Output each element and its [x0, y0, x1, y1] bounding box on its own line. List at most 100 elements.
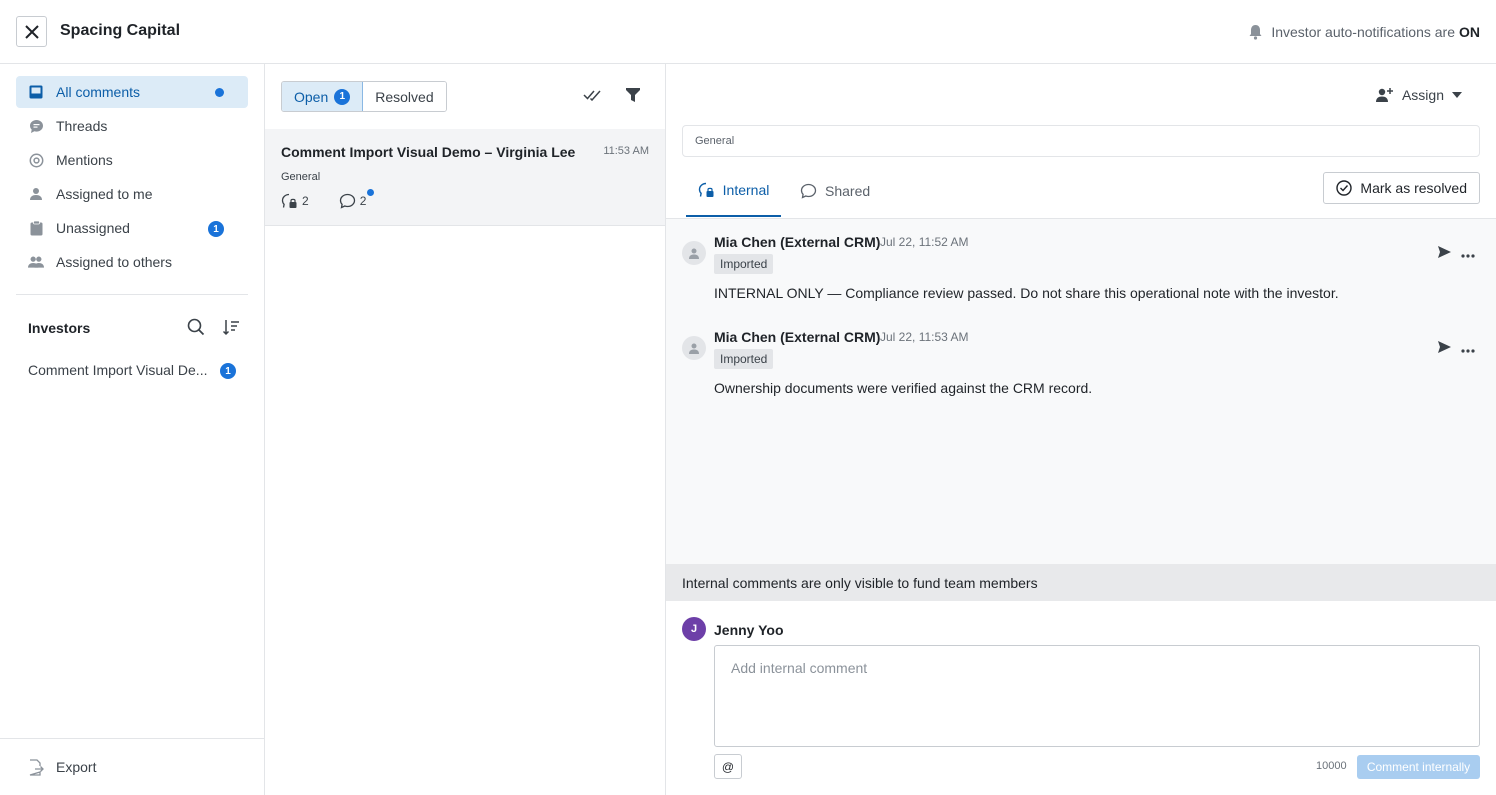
mark-as-resolved-button[interactable]: Mark as resolved [1323, 172, 1480, 204]
comment-input[interactable] [714, 645, 1480, 747]
comment-time: Jul 22, 11:52 AM [880, 235, 969, 249]
export-label: Export [56, 759, 97, 775]
sidebar-item-label: Assigned to me [56, 186, 153, 202]
investor-item[interactable]: Comment Import Visual De... [28, 362, 208, 378]
notification-status[interactable]: Investor auto-notifications are ON [1248, 24, 1480, 40]
people-icon [28, 254, 44, 270]
at-icon [28, 152, 44, 168]
send-icon[interactable] [1438, 340, 1451, 356]
tab-label: Resolved [375, 88, 434, 105]
comment-item: Mia Chen (External CRM) Jul 22, 11:52 AM… [666, 219, 1496, 309]
avatar: J [682, 617, 706, 641]
tab-resolved[interactable]: Resolved [363, 82, 446, 111]
status-filter: Open 1 Resolved [281, 81, 447, 112]
sidebar-item-unassigned[interactable]: Unassigned 1 [16, 212, 248, 244]
unread-dot [215, 88, 224, 97]
inbox-icon [28, 84, 44, 100]
topic-field[interactable]: General [682, 125, 1480, 157]
internal-count: 2 [281, 193, 309, 209]
close-button[interactable] [16, 16, 47, 47]
count-badge: 1 [208, 221, 224, 237]
internal-count-value: 2 [302, 194, 309, 208]
sidebar: All comments Threads Mentions Assigned t… [0, 64, 265, 795]
investors-heading: Investors [28, 320, 91, 336]
comment-author: Mia Chen (External CRM) [714, 234, 881, 250]
internal-chat-icon [698, 182, 714, 197]
chevron-down-icon [1452, 92, 1462, 98]
top-bar: Spacing Capital Investor auto-notificati… [0, 0, 1496, 64]
sidebar-divider [16, 294, 248, 295]
person-icon [689, 248, 699, 259]
chat-bubble-icon [800, 183, 817, 199]
sidebar-item-label: Mentions [56, 152, 113, 168]
visibility-notice: Internal comments are only visible to fu… [666, 564, 1496, 601]
notification-text: Investor auto-notifications are [1271, 24, 1455, 40]
mark-all-read-icon[interactable] [583, 88, 601, 104]
count-badge: 1 [220, 363, 236, 379]
person-icon [28, 186, 44, 202]
clipboard-icon [28, 220, 44, 236]
bell-icon [1249, 25, 1262, 40]
sidebar-item-threads[interactable]: Threads [16, 110, 248, 142]
more-options-icon[interactable] [1461, 245, 1475, 261]
chat-bubble-icon [28, 118, 44, 134]
export-button[interactable]: Export [0, 738, 264, 795]
avatar [682, 241, 706, 265]
imported-tag: Imported [714, 349, 774, 369]
comment-body: INTERNAL ONLY — Compliance review passed… [714, 285, 1339, 301]
count-badge: 1 [334, 88, 351, 105]
person-icon [689, 343, 699, 354]
thread-detail-panel: Assign General Internal Shared Mark as r… [666, 64, 1496, 795]
imported-tag: Imported [714, 254, 774, 274]
thread-tag: General [281, 171, 321, 183]
comment-body: Ownership documents were verified agains… [714, 380, 1093, 396]
tab-shared[interactable]: Shared [800, 164, 870, 218]
sidebar-item-mentions[interactable]: Mentions [16, 144, 248, 176]
comment-time: Jul 22, 11:53 AM [880, 330, 969, 344]
sidebar-item-assigned-to-others[interactable]: Assigned to others [16, 246, 248, 278]
shared-count-value: 2 [359, 194, 367, 208]
sidebar-item-label: Unassigned [56, 220, 130, 236]
chat-bubble-icon [339, 193, 355, 209]
search-icon[interactable] [187, 318, 205, 339]
notification-state: ON [1459, 24, 1480, 40]
comment-item: Mia Chen (External CRM) Jul 22, 11:53 AM… [666, 314, 1496, 404]
char-limit: 10000 [1316, 760, 1347, 772]
sidebar-item-label: Assigned to others [56, 254, 172, 270]
thread-list-panel: Open 1 Resolved Comment Import Visual De… [265, 64, 666, 795]
thread-time: 11:53 AM [603, 145, 649, 157]
add-person-icon [1375, 88, 1393, 102]
comment-internally-button[interactable]: Comment internally [1357, 755, 1480, 779]
comment-list: Mia Chen (External CRM) Jul 22, 11:52 AM… [666, 219, 1496, 564]
sidebar-item-label: Threads [56, 118, 108, 134]
internal-chat-icon [281, 193, 297, 208]
filter-icon[interactable] [625, 87, 641, 106]
assign-label: Assign [1401, 87, 1444, 103]
sidebar-item-label: All comments [56, 84, 141, 100]
thread-title: Comment Import Visual Demo – Virginia Le… [281, 144, 576, 160]
check-circle-icon [1336, 180, 1353, 196]
avatar [682, 336, 706, 360]
unread-dot [367, 189, 375, 196]
shared-count: 2 [339, 189, 375, 209]
thread-card[interactable]: Comment Import Visual Demo – Virginia Le… [265, 129, 665, 226]
mention-button[interactable]: @ [714, 754, 742, 779]
close-icon [24, 24, 39, 39]
sidebar-item-assigned-to-me[interactable]: Assigned to me [16, 178, 248, 210]
tab-label: Internal [722, 181, 770, 198]
more-options-icon[interactable] [1461, 340, 1475, 356]
tab-internal[interactable]: Internal [686, 164, 781, 217]
composer-user-name: Jenny Yoo [714, 622, 784, 638]
resolve-label: Mark as resolved [1360, 180, 1467, 196]
sidebar-item-all-comments[interactable]: All comments [16, 76, 248, 108]
tab-label: Shared [825, 183, 871, 199]
sort-icon[interactable] [222, 318, 240, 339]
send-icon[interactable] [1438, 245, 1451, 261]
assign-button[interactable]: Assign [1375, 87, 1470, 103]
thread-stats: 2 2 [281, 189, 396, 209]
tab-label: Open [294, 88, 329, 105]
tab-open[interactable]: Open 1 [282, 82, 364, 111]
comment-author: Mia Chen (External CRM) [714, 329, 881, 345]
page-title: Spacing Capital [60, 22, 181, 39]
export-icon [28, 758, 44, 776]
